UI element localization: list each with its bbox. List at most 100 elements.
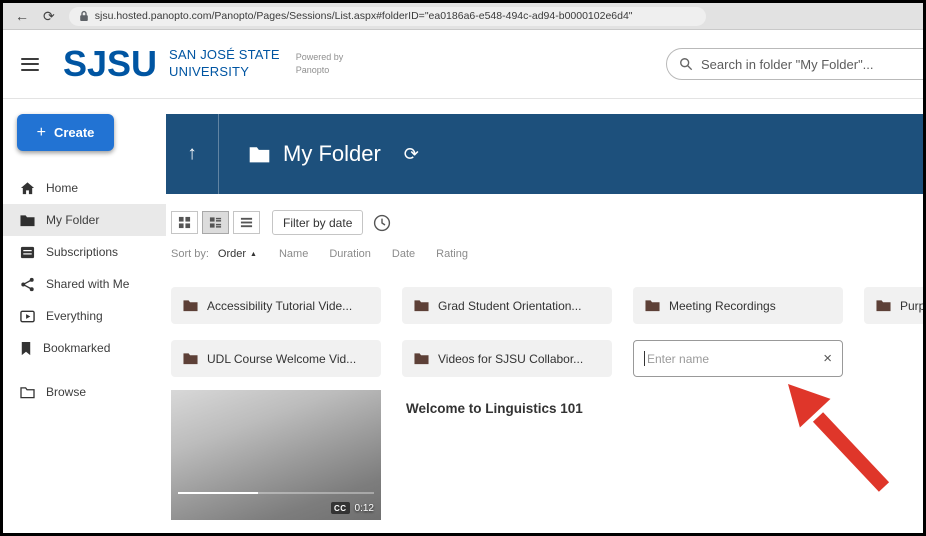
subscriptions-icon: [20, 245, 35, 260]
sidebar-item-subscriptions[interactable]: Subscriptions: [3, 236, 166, 268]
powered-by-panopto: Powered by Panopto: [296, 51, 344, 77]
university-name: SAN JOSÉ STATE UNIVERSITY: [169, 47, 280, 81]
sjsu-logo: SJSU: [63, 43, 157, 85]
grid-view-button[interactable]: [171, 211, 198, 234]
detail-list-view-button[interactable]: [233, 211, 260, 234]
sidebar: + Create Home My Folder: [3, 99, 166, 531]
folder-card-label: UDL Course Welcome Vid...: [207, 352, 356, 366]
sort-option-duration[interactable]: Duration: [329, 248, 371, 260]
sort-option-name[interactable]: Name: [279, 248, 308, 260]
sidebar-item-everything[interactable]: Everything: [3, 300, 166, 332]
search-icon: [679, 57, 693, 71]
address-bar[interactable]: sjsu.hosted.panopto.com/Panopto/Pages/Se…: [69, 7, 706, 26]
url-text: sjsu.hosted.panopto.com/Panopto/Pages/Se…: [95, 10, 633, 22]
sidebar-item-browse[interactable]: Browse: [3, 376, 166, 408]
clear-close-icon[interactable]: ×: [823, 350, 832, 367]
folder-card[interactable]: UDL Course Welcome Vid...: [171, 340, 381, 377]
folder-cards-row-1: Accessibility Tutorial Vide... Grad Stud…: [171, 287, 923, 324]
sidebar-item-label: Home: [46, 181, 78, 195]
folder-icon: [876, 299, 891, 312]
search-input[interactable]: [701, 57, 926, 72]
thumbnail-meta: CC 0:12: [331, 502, 374, 514]
university-line2: UNIVERSITY: [169, 64, 280, 81]
refresh-folder-icon[interactable]: ⟳: [404, 144, 419, 165]
folder-card[interactable]: Grad Student Orientation...: [402, 287, 612, 324]
powered-by-text: Powered by: [296, 51, 344, 64]
scheduled-recordings-button[interactable]: [373, 214, 391, 232]
video-thumbnail[interactable]: CC 0:12: [171, 390, 381, 520]
filter-by-date-button[interactable]: Filter by date: [272, 210, 363, 235]
bookmark-icon: [20, 341, 32, 356]
folder-icon: [414, 352, 429, 365]
sort-option-date[interactable]: Date: [392, 248, 415, 260]
list-thumbnail-view-button[interactable]: [202, 211, 229, 234]
folder-card-label: Grad Student Orientation...: [438, 299, 581, 313]
new-folder-name-field: ×: [633, 340, 843, 377]
up-arrow-icon: ↑: [187, 143, 197, 165]
text-cursor: [644, 351, 645, 366]
folder-cards-row-2: UDL Course Welcome Vid... Videos for SJS…: [171, 340, 923, 377]
sidebar-item-label: Subscriptions: [46, 245, 118, 259]
lock-icon: [79, 10, 89, 22]
clock-icon: [373, 214, 391, 232]
folder-icon: [183, 352, 198, 365]
video-progress-bar: [178, 492, 374, 495]
captions-badge: CC: [331, 502, 350, 514]
folder-header-banner: ↑ My Folder ⟳: [166, 114, 923, 194]
folder-card[interactable]: Purp: [864, 287, 923, 324]
app-header: SJSU SAN JOSÉ STATE UNIVERSITY Powered b…: [3, 30, 923, 99]
session-row: CC 0:12 Welcome to Linguistics 101: [171, 390, 923, 520]
session-title[interactable]: Welcome to Linguistics 101: [406, 401, 583, 416]
sidebar-item-shared-with-me[interactable]: Shared with Me: [3, 268, 166, 300]
folder-icon: [20, 214, 35, 227]
sidebar-item-bookmarked[interactable]: Bookmarked: [3, 332, 166, 364]
folder-card[interactable]: Accessibility Tutorial Vide...: [171, 287, 381, 324]
sidebar-nav: Home My Folder Subscriptions: [3, 172, 166, 408]
view-toolbar: Filter by date: [171, 210, 923, 235]
menu-icon[interactable]: [21, 58, 39, 71]
folder-card[interactable]: Videos for SJSU Collabor...: [402, 340, 612, 377]
detail-list-view-icon: [240, 216, 253, 229]
sidebar-item-label: Everything: [46, 309, 103, 323]
filter-by-date-label: Filter by date: [283, 216, 352, 230]
folder-title-group: My Folder ⟳: [219, 114, 419, 194]
folder-search-box: [666, 48, 926, 80]
sort-by-label: Sort by:: [171, 248, 209, 260]
browse-folder-icon: [20, 386, 35, 399]
page-title: My Folder: [283, 141, 381, 167]
folder-card-label: Accessibility Tutorial Vide...: [207, 299, 352, 313]
university-line1: SAN JOSÉ STATE: [169, 47, 280, 64]
create-button[interactable]: + Create: [17, 114, 114, 151]
everything-icon: [20, 309, 35, 324]
video-duration: 0:12: [355, 503, 374, 514]
grid-view-icon: [178, 216, 191, 229]
folder-card-label: Videos for SJSU Collabor...: [438, 352, 583, 366]
sort-order-active[interactable]: Order ▲: [218, 248, 257, 260]
content-area: + Create Home My Folder: [3, 99, 923, 531]
sidebar-item-label: Shared with Me: [46, 277, 129, 291]
sort-order-label: Order: [218, 248, 246, 260]
share-icon: [20, 277, 35, 292]
home-icon: [20, 181, 35, 196]
folder-card-label: Purp: [900, 299, 923, 313]
main-panel: ↑ My Folder ⟳: [166, 99, 923, 531]
browser-back-icon[interactable]: ←: [15, 9, 29, 23]
folder-card[interactable]: Meeting Recordings: [633, 287, 843, 324]
list-thumbnail-view-icon: [209, 216, 222, 229]
create-button-label: Create: [54, 125, 94, 140]
sort-option-rating[interactable]: Rating: [436, 248, 468, 260]
folder-icon: [414, 299, 429, 312]
app-window: ← ⟳ sjsu.hosted.panopto.com/Panopto/Page…: [0, 0, 926, 536]
folder-card-label: Meeting Recordings: [669, 299, 776, 313]
sort-ascending-icon: ▲: [250, 251, 257, 258]
plus-icon: +: [37, 124, 46, 142]
powered-by-brand: Panopto: [296, 64, 344, 77]
folder-icon: [183, 299, 198, 312]
up-one-level-button[interactable]: ↑: [166, 114, 219, 194]
browser-refresh-icon[interactable]: ⟳: [43, 9, 55, 23]
sidebar-item-label: My Folder: [46, 213, 99, 227]
new-folder-name-input[interactable]: [647, 352, 819, 366]
sidebar-item-home[interactable]: Home: [3, 172, 166, 204]
sidebar-item-my-folder[interactable]: My Folder: [3, 204, 166, 236]
folder-icon: [249, 146, 270, 163]
